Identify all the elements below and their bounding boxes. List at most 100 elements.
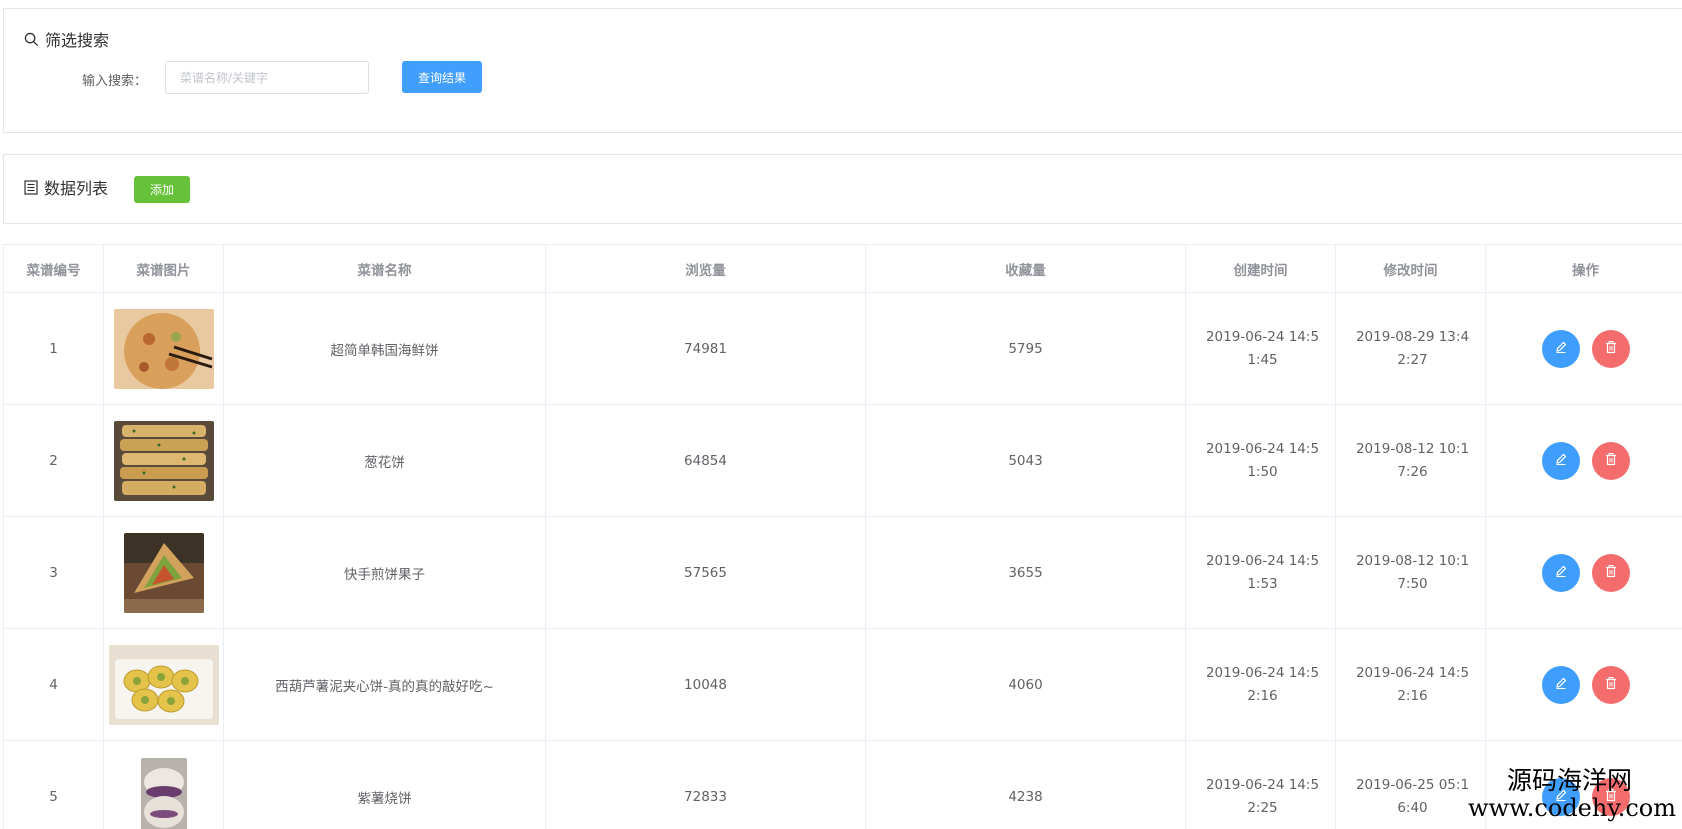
cell-id: 1 <box>4 293 104 404</box>
search-panel-title-text: 筛选搜索 <box>45 31 110 50</box>
search-panel: 筛选搜索 输入搜索： 查询结果 <box>3 8 1682 133</box>
cell-favorites: 4238 <box>866 741 1186 829</box>
table-header: 菜谱编号 菜谱图片 菜谱名称 浏览量 收藏量 创建时间 修改时间 操作 <box>4 245 1682 293</box>
delete-icon <box>1604 564 1618 581</box>
edit-button[interactable] <box>1541 553 1580 592</box>
cell-image <box>104 405 224 516</box>
delete-icon <box>1604 340 1618 357</box>
delete-button[interactable] <box>1591 441 1630 480</box>
cell-modified: 2019-06-24 14:52:16 <box>1336 629 1486 740</box>
created-time: 2019-06-24 14:52:16 <box>1205 664 1320 704</box>
cell-actions <box>1486 405 1682 516</box>
cell-image <box>104 293 224 404</box>
modified-time: 2019-08-12 10:17:26 <box>1355 440 1470 480</box>
list-icon <box>24 179 38 195</box>
table-row: 2 葱花饼 64854 5043 2019-06-24 14:51:50 201… <box>4 405 1682 517</box>
cell-modified: 2019-06-25 05:16:40 <box>1336 741 1486 829</box>
delete-button[interactable] <box>1591 329 1630 368</box>
search-icon <box>24 32 39 47</box>
cell-created: 2019-06-24 14:51:45 <box>1186 293 1336 404</box>
edit-icon <box>1554 340 1568 357</box>
cell-modified: 2019-08-12 10:17:26 <box>1336 405 1486 516</box>
recipe-image <box>108 644 219 725</box>
cell-views: 64854 <box>546 405 866 516</box>
cell-actions <box>1486 629 1682 740</box>
cell-id: 5 <box>4 741 104 829</box>
search-input[interactable] <box>165 61 369 94</box>
list-panel-title: 数据列表 <box>24 175 108 199</box>
header-modified: 修改时间 <box>1336 245 1486 292</box>
list-panel-title-text: 数据列表 <box>44 179 109 198</box>
edit-button[interactable] <box>1541 441 1580 480</box>
recipe-image <box>113 420 214 501</box>
search-panel-title: 筛选搜索 <box>24 27 109 51</box>
query-button[interactable]: 查询结果 <box>402 61 482 93</box>
watermark-title: 源码海洋网 <box>1506 766 1632 796</box>
created-time: 2019-06-24 14:52:25 <box>1205 776 1320 816</box>
edit-icon <box>1554 676 1568 693</box>
cell-image <box>104 517 224 628</box>
recipe-image <box>123 532 204 613</box>
cell-favorites: 5043 <box>866 405 1186 516</box>
delete-button[interactable] <box>1591 665 1630 704</box>
cell-name: 西葫芦薯泥夹心饼-真的真的敲好吃~ <box>224 629 546 740</box>
modified-time: 2019-06-25 05:16:40 <box>1355 776 1470 816</box>
cell-name: 超简单韩国海鲜饼 <box>224 293 546 404</box>
cell-image <box>104 741 224 829</box>
watermark: 源码海洋网 www.codehy.com <box>1468 767 1676 821</box>
cell-name: 快手煎饼果子 <box>224 517 546 628</box>
recipe-image <box>113 308 214 389</box>
cell-views: 72833 <box>546 741 866 829</box>
header-image: 菜谱图片 <box>104 245 224 292</box>
cell-modified: 2019-08-29 13:42:27 <box>1336 293 1486 404</box>
cell-views: 10048 <box>546 629 866 740</box>
header-actions: 操作 <box>1486 245 1682 292</box>
recipe-image <box>140 757 187 829</box>
created-time: 2019-06-24 14:51:50 <box>1205 440 1320 480</box>
table-row: 4 西葫芦薯泥夹心饼-真的真的敲好吃~ 10048 4060 2019-06-2… <box>4 629 1682 741</box>
cell-created: 2019-06-24 14:52:16 <box>1186 629 1336 740</box>
cell-id: 3 <box>4 517 104 628</box>
cell-actions <box>1486 293 1682 404</box>
header-name: 菜谱名称 <box>224 245 546 292</box>
cell-image <box>104 629 224 740</box>
cell-views: 74981 <box>546 293 866 404</box>
search-row: 输入搜索： 查询结果 <box>4 61 1682 95</box>
search-label: 输入搜索： <box>82 74 148 89</box>
created-time: 2019-06-24 14:51:45 <box>1205 328 1320 368</box>
cell-created: 2019-06-24 14:51:53 <box>1186 517 1336 628</box>
header-id: 菜谱编号 <box>4 245 104 292</box>
modified-time: 2019-08-29 13:42:27 <box>1355 328 1470 368</box>
cell-modified: 2019-08-12 10:17:50 <box>1336 517 1486 628</box>
cell-created: 2019-06-24 14:52:25 <box>1186 741 1336 829</box>
cell-views: 57565 <box>546 517 866 628</box>
modified-time: 2019-08-12 10:17:50 <box>1355 552 1470 592</box>
recipe-table: 菜谱编号 菜谱图片 菜谱名称 浏览量 收藏量 创建时间 修改时间 操作 1 超简… <box>3 244 1682 829</box>
cell-name: 紫薯烧饼 <box>224 741 546 829</box>
header-views: 浏览量 <box>546 245 866 292</box>
watermark-url: www.codehy.com <box>1468 793 1676 822</box>
cell-id: 4 <box>4 629 104 740</box>
edit-button[interactable] <box>1541 665 1580 704</box>
edit-button[interactable] <box>1541 329 1580 368</box>
header-favorites: 收藏量 <box>866 245 1186 292</box>
cell-favorites: 5795 <box>866 293 1186 404</box>
edit-icon <box>1554 452 1568 469</box>
created-time: 2019-06-24 14:51:53 <box>1205 552 1320 592</box>
table-row: 3 快手煎饼果子 57565 3655 2019-06-24 14:51:53 … <box>4 517 1682 629</box>
cell-favorites: 4060 <box>866 629 1186 740</box>
delete-button[interactable] <box>1591 553 1630 592</box>
edit-icon <box>1554 564 1568 581</box>
header-created: 创建时间 <box>1186 245 1336 292</box>
delete-icon <box>1604 452 1618 469</box>
cell-name: 葱花饼 <box>224 405 546 516</box>
list-panel: 数据列表 添加 <box>3 154 1682 224</box>
add-button[interactable]: 添加 <box>134 176 190 203</box>
cell-favorites: 3655 <box>866 517 1186 628</box>
modified-time: 2019-06-24 14:52:16 <box>1355 664 1470 704</box>
cell-actions <box>1486 517 1682 628</box>
table-row: 1 超简单韩国海鲜饼 74981 5795 2019-06-24 14:51:4… <box>4 293 1682 405</box>
cell-id: 2 <box>4 405 104 516</box>
cell-created: 2019-06-24 14:51:50 <box>1186 405 1336 516</box>
delete-icon <box>1604 676 1618 693</box>
